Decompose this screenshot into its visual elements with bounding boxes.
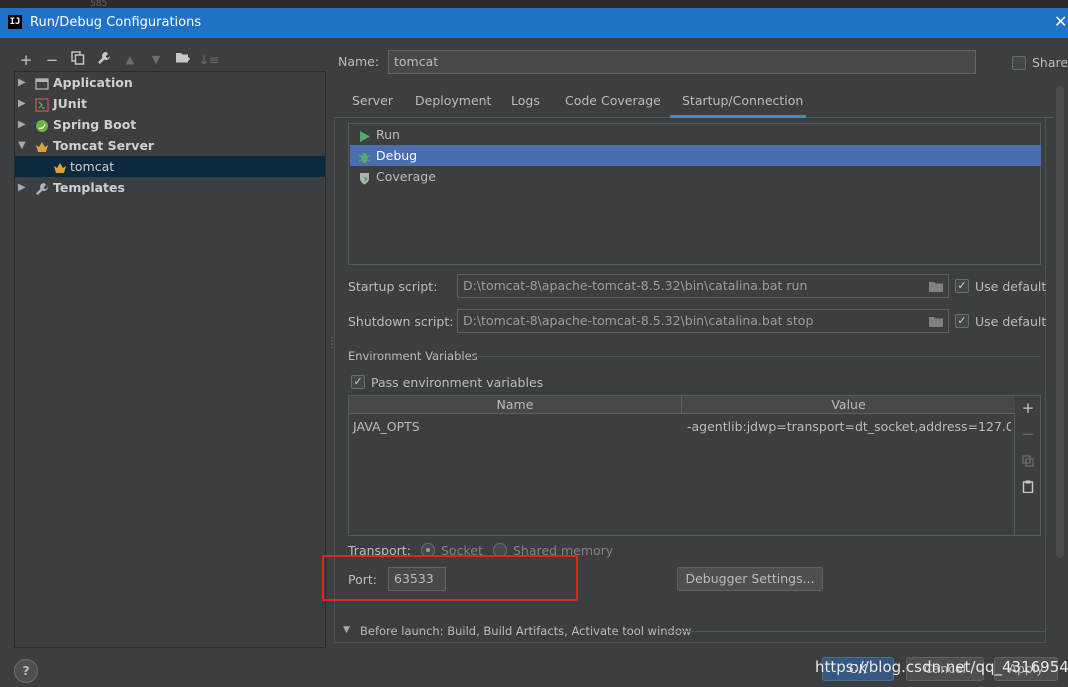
run-mode-debug[interactable]: Debug xyxy=(350,145,1041,166)
folder-icon[interactable] xyxy=(928,315,946,329)
junit-icon xyxy=(35,97,49,112)
run-mode-list: Run Debug Coverage xyxy=(348,123,1041,265)
name-input[interactable]: tomcat xyxy=(388,50,976,74)
plus-icon[interactable]: + xyxy=(1020,399,1036,417)
tab-deployment[interactable]: Deployment xyxy=(415,86,491,118)
line-number: 585 xyxy=(90,0,108,9)
table-row[interactable]: JAVA_OPTS -agentlib:jdwp=transport=dt_so… xyxy=(349,416,1014,437)
tree-item-templates[interactable]: ▶ Templates xyxy=(15,177,325,198)
name-label: Name: xyxy=(338,54,380,69)
wrench-icon xyxy=(35,181,49,195)
clipboard-icon[interactable] xyxy=(1020,479,1036,497)
tree-item-label: Templates xyxy=(53,180,125,195)
tree-item-junit[interactable]: ▶ JUnit xyxy=(15,93,325,114)
tab-startup-connection[interactable]: Startup/Connection xyxy=(670,86,806,118)
folder-icon[interactable] xyxy=(928,280,946,294)
folder-add-icon[interactable] xyxy=(173,51,191,69)
env-table: Name Value JAVA_OPTS -agentlib:jdwp=tran… xyxy=(348,395,1015,536)
window-title: Run/Debug Configurations xyxy=(30,15,202,30)
column-header-value[interactable]: Value xyxy=(682,396,1015,414)
title-bar: 585 IJ Run/Debug Configurations ✕ xyxy=(0,0,1068,38)
env-name-cell: JAVA_OPTS xyxy=(353,419,420,434)
section-divider xyxy=(668,631,1046,632)
tree-item-label: Tomcat Server xyxy=(53,138,155,153)
shutdown-use-default-label: Use default xyxy=(975,314,1047,329)
tomcat-icon xyxy=(35,139,49,153)
spring-boot-icon xyxy=(35,118,49,132)
env-table-toolbar: + − xyxy=(1015,395,1041,536)
shutdown-script-label: Shutdown script: xyxy=(348,314,454,329)
chevron-right-icon[interactable]: ▶ xyxy=(18,177,26,198)
wrench-icon[interactable] xyxy=(95,51,113,69)
copy-icon[interactable] xyxy=(69,51,87,69)
startup-use-default-label: Use default xyxy=(975,279,1047,294)
application-icon xyxy=(35,76,49,90)
pass-env-checkbox[interactable]: ✓ xyxy=(351,375,365,389)
close-icon[interactable]: ✕ xyxy=(1054,12,1067,31)
chevron-right-icon[interactable]: ▶ xyxy=(18,93,26,114)
debug-icon xyxy=(358,149,371,163)
tab-logs[interactable]: Logs xyxy=(511,86,540,118)
run-mode-label: Debug xyxy=(376,148,418,163)
tomcat-icon xyxy=(53,160,67,174)
app-icon: IJ xyxy=(8,15,22,29)
shutdown-script-input[interactable]: D:\tomcat-8\apache-tomcat-8.5.32\bin\cat… xyxy=(457,309,949,333)
tree-item-label: JUnit xyxy=(53,96,87,111)
section-divider xyxy=(472,356,1040,357)
startup-use-default-checkbox[interactable]: ✓ xyxy=(955,279,969,293)
tree-item-spring-boot[interactable]: ▶ Spring Boot xyxy=(15,114,325,135)
chevron-right-icon[interactable]: ▶ xyxy=(18,72,26,93)
sort-icon[interactable]: ↓≡ xyxy=(199,51,219,69)
tree-item-tomcat[interactable]: tomcat xyxy=(15,156,325,177)
arrow-down-icon[interactable]: ▼ xyxy=(147,51,165,69)
plus-icon[interactable]: + xyxy=(17,51,35,69)
watermark-text: https://blog.csdn.net/qq_43169540 xyxy=(815,658,1068,676)
arrow-up-icon[interactable]: ▲ xyxy=(121,51,139,69)
help-button[interactable]: ? xyxy=(14,659,38,683)
tab-code-coverage[interactable]: Code Coverage xyxy=(565,86,661,118)
coverage-icon xyxy=(358,170,371,185)
pass-env-label: Pass environment variables xyxy=(371,375,544,390)
column-header-name[interactable]: Name xyxy=(349,396,682,414)
minus-icon[interactable]: − xyxy=(1020,425,1036,443)
chevron-down-icon[interactable]: ▼ xyxy=(18,135,26,156)
run-mode-label: Coverage xyxy=(376,169,436,184)
tab-server[interactable]: Server xyxy=(352,86,393,118)
tree-item-label: Application xyxy=(53,75,133,90)
run-mode-run[interactable]: Run xyxy=(350,124,1041,145)
vertical-scrollbar[interactable] xyxy=(1056,86,1064,558)
minus-icon[interactable]: − xyxy=(43,51,61,69)
debugger-settings-button[interactable]: Debugger Settings... xyxy=(677,567,823,591)
tab-label: Startup/Connection xyxy=(682,93,804,108)
chevron-right-icon[interactable]: ▶ xyxy=(18,114,26,135)
before-launch-label[interactable]: Before launch: Build, Build Artifacts, A… xyxy=(360,624,691,638)
highlight-box xyxy=(322,555,578,601)
share-checkbox[interactable] xyxy=(1012,56,1026,70)
env-section-title: Environment Variables xyxy=(348,349,478,363)
tree-item-label: tomcat xyxy=(70,159,115,174)
configuration-tree: ▶ Application ▶ JUnit ▶ Spring Boot ▼ To… xyxy=(14,71,326,648)
editor-strip: 585 xyxy=(0,0,1068,9)
startup-script-input[interactable]: D:\tomcat-8\apache-tomcat-8.5.32\bin\cat… xyxy=(457,274,949,298)
run-mode-label: Run xyxy=(376,127,400,142)
share-label: Share xyxy=(1032,55,1068,70)
tree-item-application[interactable]: ▶ Application xyxy=(15,72,325,93)
tree-item-tomcat-server[interactable]: ▼ Tomcat Server xyxy=(15,135,325,156)
tree-item-label: Spring Boot xyxy=(53,117,137,132)
run-icon xyxy=(358,128,371,142)
copy-icon[interactable] xyxy=(1020,453,1036,471)
env-value-cell: -agentlib:jdwp=transport=dt_socket,addre… xyxy=(687,419,1011,434)
run-mode-coverage[interactable]: Coverage xyxy=(350,166,1041,187)
shutdown-use-default-checkbox[interactable]: ✓ xyxy=(955,314,969,328)
chevron-down-icon[interactable]: ▼ xyxy=(343,625,350,635)
startup-script-label: Startup script: xyxy=(348,279,438,294)
